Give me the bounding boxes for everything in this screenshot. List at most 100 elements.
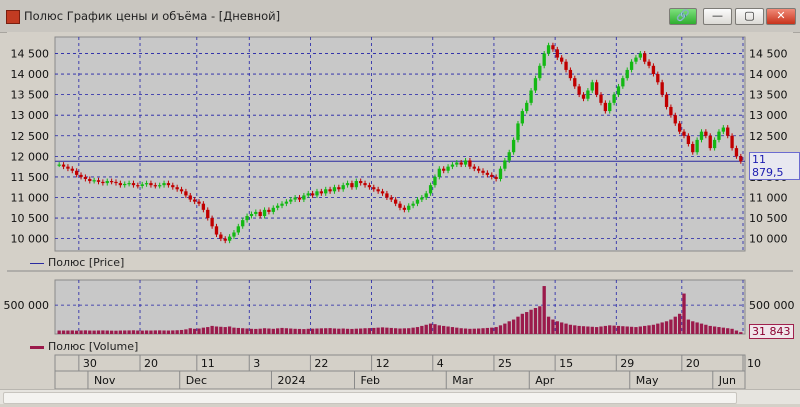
volume-bar [61, 330, 66, 334]
volume-bar [267, 328, 271, 334]
candle [293, 197, 297, 200]
candle [411, 203, 415, 206]
volume-bar [66, 330, 70, 334]
volume-bar [581, 326, 586, 334]
volume-bar [380, 327, 385, 334]
volume-plot-area[interactable] [54, 279, 746, 335]
candle [634, 57, 638, 62]
volume-bar [131, 330, 136, 334]
price-legend[interactable]: Полюс [Price] [30, 256, 124, 269]
candle [459, 162, 463, 165]
volume-bar [516, 316, 520, 334]
volume-bar [83, 330, 88, 334]
volume-bar [166, 330, 171, 334]
volume-bar [490, 327, 494, 334]
volume-bar [105, 330, 109, 334]
x-day-label: 22 [314, 357, 328, 370]
candle [643, 53, 647, 62]
candle [101, 181, 105, 184]
candle [433, 176, 437, 186]
candle [267, 209, 271, 212]
volume-bar [726, 328, 730, 334]
price-tick-right: 14 000 [749, 68, 788, 81]
candle [131, 183, 136, 186]
candle [511, 139, 516, 153]
volume-legend[interactable]: Полюс [Volume] [30, 340, 138, 353]
volume-bar [275, 328, 280, 334]
volume-bar [525, 312, 529, 334]
volume-last-value: 31 843 [749, 324, 794, 339]
candle [83, 176, 88, 179]
price-tick-left: 10 500 [11, 212, 50, 225]
candle [192, 199, 197, 202]
volume-bar [415, 327, 420, 334]
volume-bar [442, 325, 446, 334]
volume-bar [254, 328, 258, 334]
candle [162, 183, 166, 186]
candle [315, 191, 319, 196]
candle [625, 69, 629, 79]
volume-bar [577, 325, 581, 334]
volume-bar [621, 326, 625, 334]
volume-bar [127, 330, 131, 334]
candle [114, 181, 118, 184]
volume-bar [424, 324, 428, 334]
volume-bar [96, 330, 101, 334]
candle [109, 181, 114, 183]
x-month-label: May [636, 374, 659, 387]
candle [525, 102, 529, 112]
volume-bar [463, 328, 468, 334]
volume-bar [586, 326, 590, 334]
candle [306, 193, 310, 196]
candle [354, 181, 358, 188]
volume-bar [468, 328, 472, 334]
price-tick-right: 11 000 [749, 192, 788, 205]
volume-bar [643, 325, 647, 334]
candle [345, 183, 350, 186]
candle [739, 156, 743, 162]
candle [538, 65, 542, 79]
price-tick-left: 10 000 [11, 233, 50, 246]
volume-bar [192, 328, 197, 334]
candle [481, 170, 485, 173]
candle [442, 168, 446, 171]
volume-bar [721, 327, 725, 334]
candle [494, 176, 498, 179]
candle [608, 102, 612, 112]
candle [105, 181, 109, 184]
scrollbar-thumb[interactable] [3, 392, 737, 404]
volume-legend-label: Полюс [Volume] [48, 340, 139, 353]
volume-bar [359, 328, 363, 334]
candle [380, 191, 385, 194]
candle [564, 61, 568, 70]
volume-bar [241, 328, 245, 334]
candle [136, 185, 140, 187]
x-day-label: 29 [620, 357, 634, 370]
candle [219, 234, 223, 239]
volume-bar [280, 327, 284, 334]
volume-bar [79, 330, 83, 334]
candle [699, 131, 704, 140]
price-plot-area[interactable] [54, 36, 746, 252]
volume-bar [123, 330, 127, 334]
candle [507, 152, 511, 161]
candle [551, 45, 555, 50]
candle [197, 201, 201, 204]
candle [450, 164, 455, 167]
horizontal-scrollbar[interactable] [0, 389, 800, 404]
candle [206, 209, 210, 219]
candle [669, 106, 673, 116]
volume-bar [398, 328, 402, 334]
volume-bar [262, 328, 267, 334]
volume-bar [507, 321, 511, 334]
volume-bar [236, 327, 240, 334]
volume-bar [542, 286, 546, 334]
volume-bar [664, 321, 669, 334]
volume-bar [437, 325, 441, 334]
price-tick-left: 13 000 [11, 109, 50, 122]
candle [280, 203, 284, 206]
price-tick-left: 14 500 [11, 47, 50, 60]
volume-bar [446, 326, 450, 334]
volume-bar [625, 326, 629, 334]
candle [341, 185, 345, 190]
